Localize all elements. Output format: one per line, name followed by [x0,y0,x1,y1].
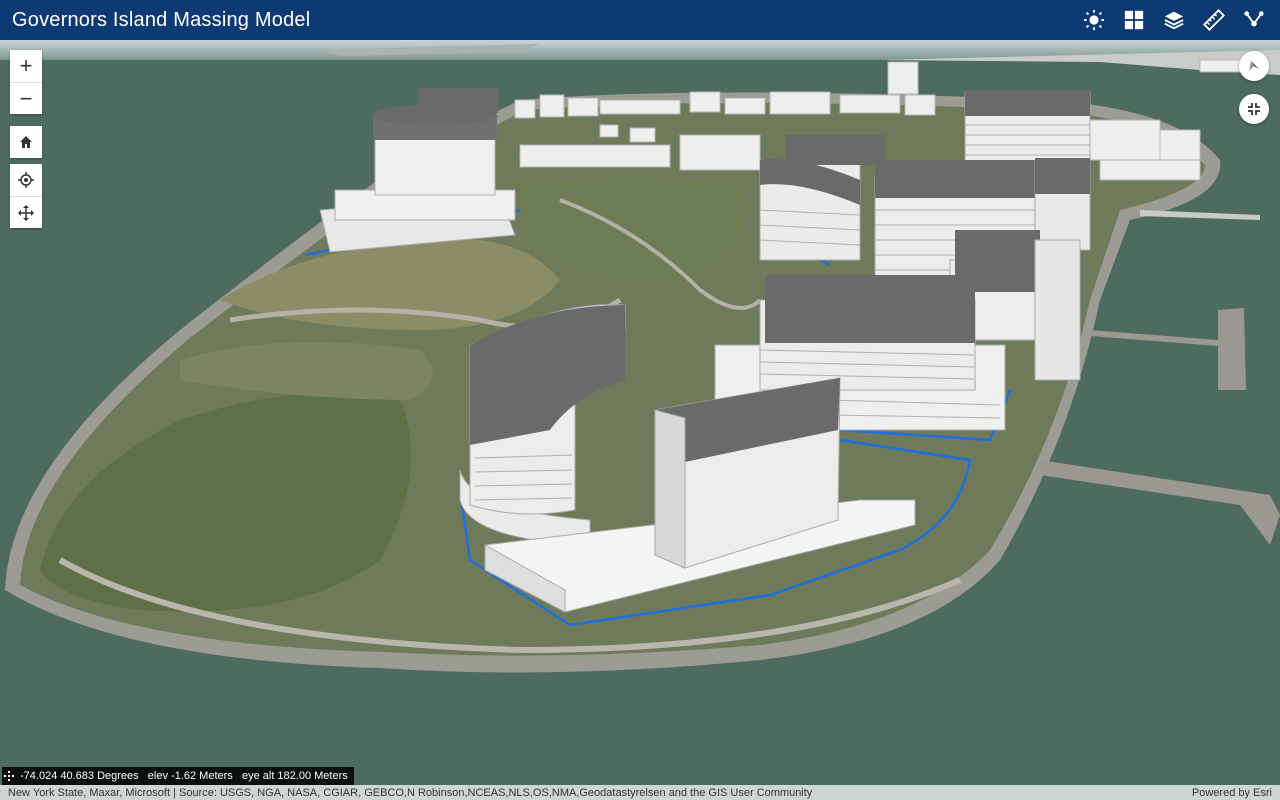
coordinate-readout[interactable]: -74.024 40.683 Degrees elev -1.62 Meters… [2,767,354,785]
share-icon [1244,11,1264,27]
measure-icon [1203,9,1225,31]
home-control [10,126,42,158]
attribution-text[interactable]: New York State, Maxar, Microsoft | Sourc… [8,787,1192,799]
measure-button[interactable] [1194,0,1234,40]
basemap-gallery-icon [1124,10,1144,30]
layers-icon [1164,11,1184,30]
app-header: Governors Island Massing Model [0,0,1280,40]
header-toolbar [1074,0,1274,40]
compass-button[interactable] [1239,51,1269,81]
home-icon [20,136,32,148]
locate-button[interactable] [10,164,42,196]
pier-north [1218,308,1246,390]
share-button[interactable] [1234,0,1274,40]
daylight-icon [1083,9,1105,31]
layer-list-button[interactable] [1154,0,1194,40]
compass-icon [1249,61,1259,71]
coordinate-toggle-icon[interactable] [2,767,16,785]
exit-fullscreen-icon [1248,103,1260,115]
scene-canvas [0,40,1280,800]
powered-by-esri[interactable]: Powered by Esri [1192,787,1272,799]
locate-icon [18,172,34,188]
attribution-bar: New York State, Maxar, Microsoft | Sourc… [0,785,1280,800]
fullscreen-button[interactable] [1239,94,1269,124]
scene-view[interactable]: + − [0,40,1280,800]
app-title: Governors Island Massing Model [12,8,311,31]
coordinate-text: -74.024 40.683 Degrees elev -1.62 Meters… [20,770,348,782]
daylight-button[interactable] [1074,0,1114,40]
view-controls [10,164,42,228]
home-button[interactable] [10,126,42,158]
building-east-tower-1 [964,90,1091,163]
basemap-gallery-button[interactable] [1114,0,1154,40]
zoom-in-button[interactable]: + [10,50,42,82]
pan-icon [18,204,34,221]
zoom-out-button[interactable]: − [10,82,42,114]
zoom-controls: + − [10,50,42,114]
navigation-toggle-button[interactable] [10,196,42,228]
